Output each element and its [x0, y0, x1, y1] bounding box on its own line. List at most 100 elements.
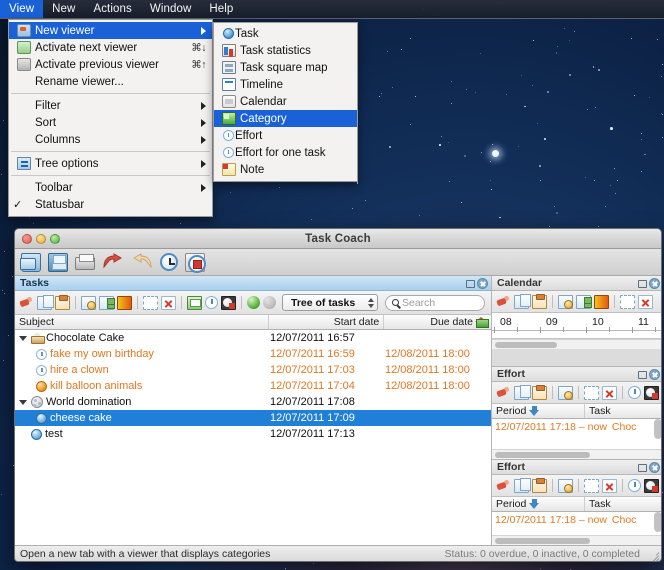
close-icon[interactable] — [649, 277, 660, 289]
submenu-item-effort-for-one-task[interactable]: Effort for one task — [214, 144, 357, 161]
expander-triangle-icon[interactable] — [19, 335, 27, 341]
minimize-icon[interactable] — [638, 370, 647, 379]
viewer-mode-select[interactable]: Tree of tasks — [282, 294, 378, 311]
menu-item-activate-next-viewer[interactable]: Activate next viewer ⌘↓ — [9, 39, 212, 56]
menu-item-sort[interactable]: Sort — [9, 114, 212, 131]
minimize-icon[interactable] — [638, 279, 647, 288]
copy-icon[interactable] — [514, 384, 531, 400]
close-icon[interactable] — [649, 461, 660, 473]
new-task-icon[interactable] — [496, 295, 511, 309]
submenu-item-effort[interactable]: Effort — [214, 127, 357, 144]
edit-effort-icon[interactable] — [558, 385, 573, 400]
start-effort-icon[interactable] — [628, 386, 641, 399]
copy-icon[interactable] — [514, 477, 531, 493]
menu-item-new-viewer[interactable]: New viewer — [9, 22, 212, 39]
table-row[interactable]: Chocolate Cake 12/07/2011 16:57 — [15, 330, 491, 346]
mail-task-icon[interactable] — [187, 295, 202, 310]
copy-icon[interactable] — [514, 293, 531, 309]
submenu-item-note[interactable]: Note — [214, 161, 357, 178]
delete-task-icon[interactable] — [638, 294, 653, 309]
mark-incomplete-icon[interactable] — [263, 296, 276, 309]
paste-icon[interactable] — [55, 294, 70, 310]
clock-icon[interactable] — [160, 253, 178, 271]
menu-item-activate-previous-viewer[interactable]: Activate previous viewer ⌘↑ — [9, 56, 212, 73]
start-effort-icon[interactable] — [628, 479, 641, 492]
expander-triangle-icon[interactable] — [19, 399, 27, 405]
table-row[interactable]: test 12/07/2011 17:13 — [15, 426, 491, 442]
menu-item-toolbar[interactable]: Toolbar — [9, 179, 212, 196]
table-row[interactable]: fake my own birthday 12/07/2011 16:59 12/0… — [15, 346, 491, 362]
mark-complete-icon[interactable] — [247, 296, 260, 309]
edit-effort-icon[interactable] — [558, 478, 573, 493]
column-start-date[interactable]: Start date — [269, 315, 385, 329]
submenu-item-task-square-map[interactable]: Task square map — [214, 59, 357, 76]
menu-view[interactable]: View — [0, 0, 44, 18]
scroll-thumb[interactable] — [495, 538, 590, 544]
zoom-button[interactable] — [50, 233, 60, 244]
tasks-list[interactable]: Chocolate Cake 12/07/2011 16:57 fake my ow… — [15, 330, 491, 545]
print-icon[interactable] — [75, 254, 95, 270]
table-row[interactable]: kill balloon animals 12/07/2011 17:04 12/0… — [15, 378, 491, 394]
vertical-scrollbar[interactable] — [654, 419, 661, 439]
calendar-hscrollbar[interactable] — [492, 339, 661, 349]
menu-item-rename-viewer[interactable]: Rename viewer... — [9, 73, 212, 90]
close-button[interactable] — [22, 233, 32, 244]
menu-item-tree-options[interactable]: Tree options — [9, 155, 212, 172]
mark-inactive-icon[interactable] — [584, 478, 599, 493]
effort-2-hscrollbar[interactable] — [492, 535, 661, 545]
effort-1-hscrollbar[interactable] — [492, 449, 661, 459]
table-row[interactable]: cheese cake 12/07/2011 17:09 — [15, 410, 491, 426]
stop-effort-icon[interactable] — [644, 385, 659, 400]
resize-grip[interactable] — [646, 547, 660, 561]
submenu-item-category[interactable]: Category — [214, 110, 357, 127]
mark-inactive-icon[interactable] — [584, 385, 599, 400]
edit-task-icon[interactable] — [81, 295, 96, 310]
close-icon[interactable] — [477, 277, 488, 289]
paste-icon[interactable] — [532, 293, 547, 309]
submenu-item-calendar[interactable]: Calendar — [214, 93, 357, 110]
new-subtask-icon[interactable] — [576, 294, 592, 309]
priority-icon[interactable] — [117, 295, 132, 310]
save-icon[interactable] — [48, 252, 68, 272]
menu-help[interactable]: Help — [200, 0, 242, 18]
redo-arrow-icon[interactable] — [131, 253, 153, 271]
start-effort-icon[interactable] — [205, 296, 218, 309]
mark-inactive-icon[interactable] — [143, 295, 158, 310]
new-subtask-icon[interactable] — [99, 295, 115, 310]
column-task[interactable]: Task — [585, 497, 661, 511]
delete-effort-icon[interactable] — [602, 478, 617, 493]
menu-item-filter[interactable]: Filter — [9, 97, 212, 114]
menu-window[interactable]: Window — [141, 0, 201, 18]
search-input[interactable]: Search — [385, 294, 485, 311]
column-period[interactable]: Period — [492, 404, 585, 418]
minimize-icon[interactable] — [638, 463, 647, 472]
paste-icon[interactable] — [532, 477, 547, 493]
effort-2-list[interactable]: 12/07/2011 17:18 – now Choc — [492, 512, 661, 535]
close-icon[interactable] — [649, 368, 660, 380]
delete-task-icon[interactable] — [161, 295, 176, 310]
column-due-date[interactable]: Due date — [384, 315, 491, 329]
submenu-item-task-statistics[interactable]: Task statistics — [214, 42, 357, 59]
menu-item-statusbar[interactable]: ✓ Statusbar — [9, 196, 212, 213]
new-effort-icon[interactable] — [496, 386, 511, 400]
effort-row[interactable]: 12/07/2011 17:18 – now Choc — [492, 512, 661, 527]
effort-1-list[interactable]: 12/07/2011 17:18 – now Choc — [492, 419, 661, 449]
column-period[interactable]: Period — [492, 497, 585, 511]
vertical-scrollbar[interactable] — [654, 512, 661, 532]
effort-row[interactable]: 12/07/2011 17:18 – now Choc — [492, 419, 661, 434]
menu-item-columns[interactable]: Columns — [9, 131, 212, 148]
mark-inactive-icon[interactable] — [620, 294, 635, 309]
new-effort-icon[interactable] — [496, 479, 511, 493]
stop-effort-icon[interactable] — [644, 478, 659, 493]
clock-stop-icon[interactable] — [185, 252, 206, 273]
column-subject[interactable]: Subject — [15, 315, 270, 329]
menu-actions[interactable]: Actions — [84, 0, 140, 18]
submenu-item-task[interactable]: Task — [214, 25, 357, 42]
table-row[interactable]: hire a clown 12/07/2011 17:03 12/08/2011 1… — [15, 362, 491, 378]
minimize-button[interactable] — [36, 233, 46, 244]
delete-effort-icon[interactable] — [602, 385, 617, 400]
undo-arrow-icon[interactable] — [102, 253, 124, 271]
minimize-icon[interactable] — [466, 279, 475, 288]
open-folder-icon[interactable] — [20, 252, 41, 272]
table-row[interactable]: World domination 12/07/2011 17:08 — [15, 394, 491, 410]
